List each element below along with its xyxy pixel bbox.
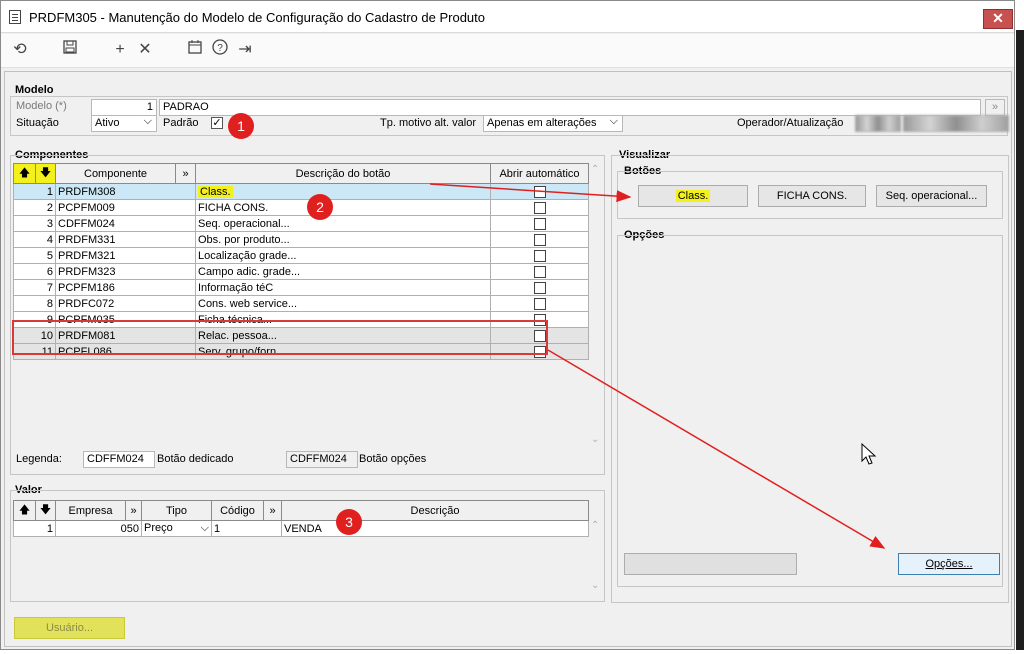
mouse-cursor-icon — [861, 442, 877, 465]
arrow-to-buttons — [429, 183, 632, 203]
background-window-edge — [1016, 30, 1024, 650]
annotation-arrows — [429, 183, 886, 549]
arrow-to-opcoes — [547, 349, 886, 549]
